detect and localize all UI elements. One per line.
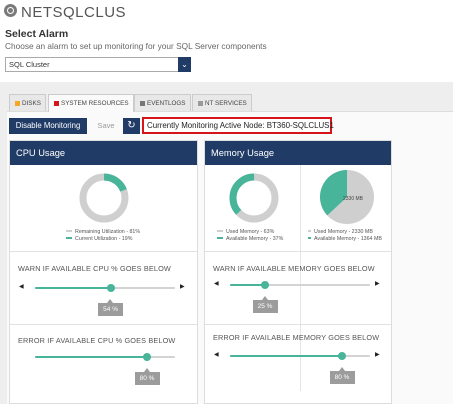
alarm-select-value: SQL Cluster	[9, 60, 50, 69]
memory-error-value: 80 %	[329, 367, 355, 384]
select-alarm-title: Select Alarm	[5, 28, 69, 40]
divider	[10, 324, 197, 325]
legend-available-mb: Available Memory - 1364 MB	[314, 236, 382, 242]
tab-label: EVENTLOGS	[147, 100, 186, 107]
slider-thumb[interactable]	[143, 353, 151, 361]
memory-error-increase-arrow[interactable]: ▶	[375, 351, 380, 358]
legend-used-mb: Used Memory - 2330 MB	[314, 229, 373, 235]
memory-warn-title: WARN IF AVAILABLE MEMORY GOES BELOW	[213, 264, 375, 273]
slider-thumb[interactable]	[338, 352, 346, 360]
legend-current: Current Utilization - 19%	[75, 236, 133, 242]
active-node-status: Currently Monitoring Active Node: BT360-…	[142, 117, 334, 134]
cpu-usage-card: CPU Usage Remaining Utilization - 81% Cu…	[9, 140, 198, 404]
divider	[300, 165, 301, 391]
legend-item: Used Memory - 63%	[217, 229, 283, 236]
legend-item: Remaining Utilization - 81%	[66, 229, 140, 236]
cpu-donut-chart	[79, 173, 129, 223]
app-title: NETSQLCLUS	[21, 4, 127, 21]
legend-available: Available Memory - 37%	[226, 236, 284, 242]
divider	[10, 251, 197, 252]
slider-fill	[35, 287, 111, 289]
tab-marker	[140, 100, 145, 106]
slider-thumb[interactable]	[106, 284, 115, 292]
cpu-legend: Remaining Utilization - 81% Current Util…	[66, 229, 140, 243]
divider	[205, 251, 391, 252]
legend-item: Current Utilization - 19%	[66, 236, 140, 243]
slider-fill	[230, 284, 265, 286]
tab-disks[interactable]: DISKS	[9, 94, 46, 111]
memory-error-title: ERROR IF AVAILABLE MEMORY GOES BELOW	[213, 333, 380, 342]
cpu-warn-value: 54 %	[98, 299, 124, 316]
cpu-warn-slider[interactable]: 54 %	[35, 284, 175, 316]
refresh-icon[interactable]: ↻	[123, 118, 140, 134]
tab-label: DISKS	[22, 100, 41, 107]
cpu-warn-title: WARN IF AVAILABLE CPU % GOES BELOW	[18, 264, 171, 273]
tab-marker	[54, 100, 59, 106]
cpu-error-title: ERROR IF AVAILABLE CPU % GOES BELOW	[18, 336, 176, 345]
memory-warn-value: 25 %	[252, 296, 278, 313]
memory-warn-slider[interactable]: 25 %	[230, 281, 370, 313]
save-button[interactable]: Save	[92, 118, 120, 134]
tab-label: SYSTEM RESOURCES	[61, 100, 129, 107]
cpu-error-value: 80 %	[134, 368, 160, 385]
select-alarm-help: Choose an alarm to set up monitoring for…	[5, 41, 267, 51]
chevron-down-icon[interactable]: ⌄	[178, 57, 191, 72]
memory-legend: Used Memory - 63% Available Memory - 37%	[217, 229, 283, 243]
cpu-error-slider[interactable]: 80 %	[35, 353, 175, 385]
cpu-warn-decrease-arrow[interactable]: ◀	[19, 283, 24, 290]
memory-warn-increase-arrow[interactable]: ▶	[375, 280, 380, 287]
alarm-select[interactable]: SQL Cluster ⌄	[5, 57, 191, 72]
memory-pie-label: 2330 MB	[343, 196, 364, 202]
memory-error-slider[interactable]: 80 %	[230, 352, 370, 384]
memory-donut-chart	[229, 173, 279, 223]
divider	[205, 324, 391, 325]
memory-pie-chart: 2330 MB	[320, 170, 374, 224]
legend-remaining: Remaining Utilization - 81%	[75, 229, 141, 235]
disable-monitoring-button[interactable]: Disable Monitoring	[9, 118, 87, 134]
legend-item: Available Memory - 1364 MB	[308, 236, 382, 243]
slider-thumb[interactable]	[261, 281, 269, 289]
tab-marker	[15, 100, 20, 106]
tab-marker	[198, 100, 203, 106]
tab-eventlogs[interactable]: EVENTLOGS	[134, 94, 191, 111]
legend-item: Used Memory - 2330 MB	[308, 229, 382, 236]
slider-fill	[230, 355, 342, 357]
memory-pie-legend: Used Memory - 2330 MB Available Memory -…	[308, 229, 382, 243]
slider-fill	[35, 356, 147, 358]
memory-error-decrease-arrow[interactable]: ◀	[214, 351, 219, 358]
tab-nt-services[interactable]: NT SERVICES	[192, 94, 252, 111]
legend-item: Available Memory - 37%	[217, 236, 283, 243]
memory-usage-title: Memory Usage	[205, 141, 391, 165]
memory-usage-card: Memory Usage Used Memory - 63% Available…	[204, 140, 392, 404]
tab-label: NT SERVICES	[205, 100, 247, 107]
cpu-warn-increase-arrow[interactable]: ▶	[180, 283, 185, 290]
database-icon	[4, 4, 17, 17]
tab-system-resources[interactable]: SYSTEM RESOURCES	[48, 94, 134, 112]
cpu-usage-title: CPU Usage	[10, 141, 197, 165]
memory-warn-decrease-arrow[interactable]: ◀	[214, 280, 219, 287]
legend-used: Used Memory - 63%	[226, 229, 275, 235]
